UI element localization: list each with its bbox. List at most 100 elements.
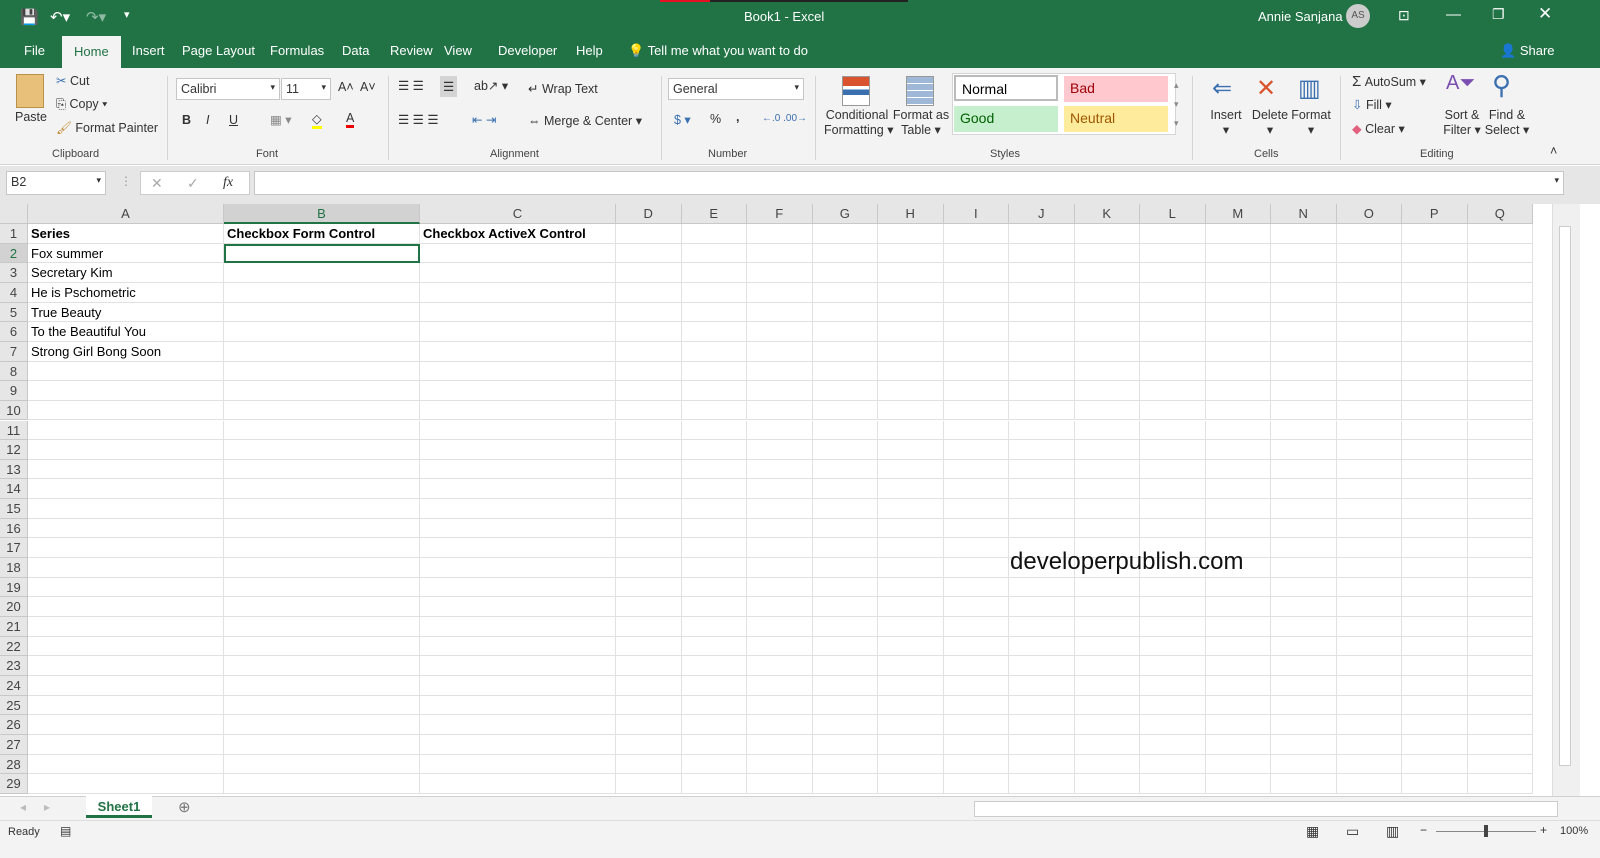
cell-L15[interactable] bbox=[1140, 499, 1206, 519]
cell-F22[interactable] bbox=[747, 636, 813, 657]
cell-A27[interactable] bbox=[28, 734, 224, 755]
cell-L8[interactable] bbox=[1140, 361, 1206, 382]
cell-H24[interactable] bbox=[878, 675, 944, 696]
cell-K9[interactable] bbox=[1074, 381, 1140, 401]
cell-Q9[interactable] bbox=[1467, 381, 1533, 401]
cell-H22[interactable] bbox=[878, 636, 944, 657]
cell-C1[interactable]: Checkbox ActiveX Control bbox=[420, 224, 616, 244]
row-header-14[interactable]: 14 bbox=[0, 479, 28, 500]
tab-home[interactable]: Home bbox=[62, 36, 121, 68]
cell-Q1[interactable] bbox=[1467, 224, 1533, 244]
cell-O18[interactable] bbox=[1336, 558, 1402, 578]
row-header-26[interactable]: 26 bbox=[0, 715, 28, 735]
cell-G16[interactable] bbox=[812, 518, 878, 539]
cell-L13[interactable] bbox=[1140, 459, 1206, 480]
cell-K3[interactable] bbox=[1074, 263, 1140, 283]
cell-C13[interactable] bbox=[420, 459, 616, 480]
column-header-Q[interactable]: Q bbox=[1467, 204, 1533, 224]
cell-N17[interactable] bbox=[1271, 538, 1337, 559]
cell-C28[interactable] bbox=[420, 754, 616, 775]
cell-I2[interactable] bbox=[943, 243, 1009, 264]
cell-M27[interactable] bbox=[1205, 734, 1271, 755]
cell-C6[interactable] bbox=[420, 322, 616, 342]
column-header-B[interactable]: B bbox=[224, 204, 420, 224]
cell-L23[interactable] bbox=[1140, 656, 1206, 676]
cell-D24[interactable] bbox=[616, 675, 682, 696]
cell-N22[interactable] bbox=[1271, 636, 1337, 657]
cell-O10[interactable] bbox=[1336, 400, 1402, 421]
cell-Q15[interactable] bbox=[1467, 499, 1533, 519]
cell-F3[interactable] bbox=[747, 263, 813, 283]
cell-E23[interactable] bbox=[681, 656, 747, 676]
cell-K6[interactable] bbox=[1074, 322, 1140, 342]
cell-H8[interactable] bbox=[878, 361, 944, 382]
column-header-O[interactable]: O bbox=[1336, 204, 1402, 224]
cell-K4[interactable] bbox=[1074, 282, 1140, 303]
cell-F12[interactable] bbox=[747, 440, 813, 460]
cell-E8[interactable] bbox=[681, 361, 747, 382]
cell-G3[interactable] bbox=[812, 263, 878, 283]
cell-M13[interactable] bbox=[1205, 459, 1271, 480]
cell-K26[interactable] bbox=[1074, 715, 1140, 735]
cell-Q25[interactable] bbox=[1467, 695, 1533, 716]
cell-N26[interactable] bbox=[1271, 715, 1337, 735]
cell-B6[interactable] bbox=[224, 322, 420, 342]
row-header-11[interactable]: 11 bbox=[0, 420, 28, 441]
cell-G5[interactable] bbox=[812, 302, 878, 323]
cell-C2[interactable] bbox=[420, 243, 616, 264]
cell-I22[interactable] bbox=[943, 636, 1009, 657]
column-header-H[interactable]: H bbox=[878, 204, 944, 224]
cell-Q6[interactable] bbox=[1467, 322, 1533, 342]
formula-input[interactable]: ▾ bbox=[254, 171, 1564, 195]
delete-cells-button[interactable]: Delete ▾ bbox=[1250, 108, 1290, 137]
cell-P23[interactable] bbox=[1402, 656, 1468, 676]
cell-L12[interactable] bbox=[1140, 440, 1206, 460]
cell-L28[interactable] bbox=[1140, 754, 1206, 775]
cell-N18[interactable] bbox=[1271, 558, 1337, 578]
prev-sheet-icon[interactable]: ◂ bbox=[20, 800, 26, 814]
cell-K2[interactable] bbox=[1074, 243, 1140, 264]
cancel-icon[interactable]: ✕ bbox=[151, 175, 163, 192]
cell-C19[interactable] bbox=[420, 577, 616, 598]
cell-O15[interactable] bbox=[1336, 499, 1402, 519]
tab-insert[interactable]: Insert bbox=[130, 43, 167, 58]
cell-J28[interactable] bbox=[1009, 754, 1075, 775]
column-header-F[interactable]: F bbox=[747, 204, 813, 224]
cell-I27[interactable] bbox=[943, 734, 1009, 755]
cell-D11[interactable] bbox=[616, 420, 682, 441]
cell-A26[interactable] bbox=[28, 715, 224, 735]
cell-Q19[interactable] bbox=[1467, 577, 1533, 598]
cell-O25[interactable] bbox=[1336, 695, 1402, 716]
cell-M26[interactable] bbox=[1205, 715, 1271, 735]
cell-F13[interactable] bbox=[747, 459, 813, 480]
cell-L4[interactable] bbox=[1140, 282, 1206, 303]
format-cells-button[interactable]: Format ▾ bbox=[1290, 108, 1332, 137]
cell-P11[interactable] bbox=[1402, 420, 1468, 441]
cell-A21[interactable] bbox=[28, 617, 224, 637]
cell-O28[interactable] bbox=[1336, 754, 1402, 775]
tab-file[interactable]: File bbox=[22, 43, 47, 58]
cell-J25[interactable] bbox=[1009, 695, 1075, 716]
page-break-view-icon[interactable]: ▥ bbox=[1386, 823, 1399, 840]
cell-E10[interactable] bbox=[681, 400, 747, 421]
fill-button[interactable]: ⇩ Fill ▾ bbox=[1352, 97, 1392, 112]
cell-P10[interactable] bbox=[1402, 400, 1468, 421]
format-painter-button[interactable]: 🖌 Format Painter bbox=[56, 121, 158, 136]
cell-H7[interactable] bbox=[878, 341, 944, 362]
column-header-N[interactable]: N bbox=[1271, 204, 1337, 224]
cell-A8[interactable] bbox=[28, 361, 224, 382]
cell-H27[interactable] bbox=[878, 734, 944, 755]
cell-A5[interactable]: True Beauty bbox=[28, 302, 224, 323]
cell-J4[interactable] bbox=[1009, 282, 1075, 303]
cell-B17[interactable] bbox=[224, 538, 420, 559]
gallery-scroll[interactable]: ▴ ▾ ▾ bbox=[1174, 76, 1179, 133]
cell-N21[interactable] bbox=[1271, 617, 1337, 637]
cell-N9[interactable] bbox=[1271, 381, 1337, 401]
cell-M6[interactable] bbox=[1205, 322, 1271, 342]
spreadsheet-grid[interactable]: A B C D E F G H I J K L M N O P Q 1 Series Checkbox Form Co… bbox=[0, 204, 1580, 796]
cell-A28[interactable] bbox=[28, 754, 224, 775]
cell-Q20[interactable] bbox=[1467, 597, 1533, 617]
cell-I12[interactable] bbox=[943, 440, 1009, 460]
cell-M7[interactable] bbox=[1205, 341, 1271, 362]
cell-I3[interactable] bbox=[943, 263, 1009, 283]
